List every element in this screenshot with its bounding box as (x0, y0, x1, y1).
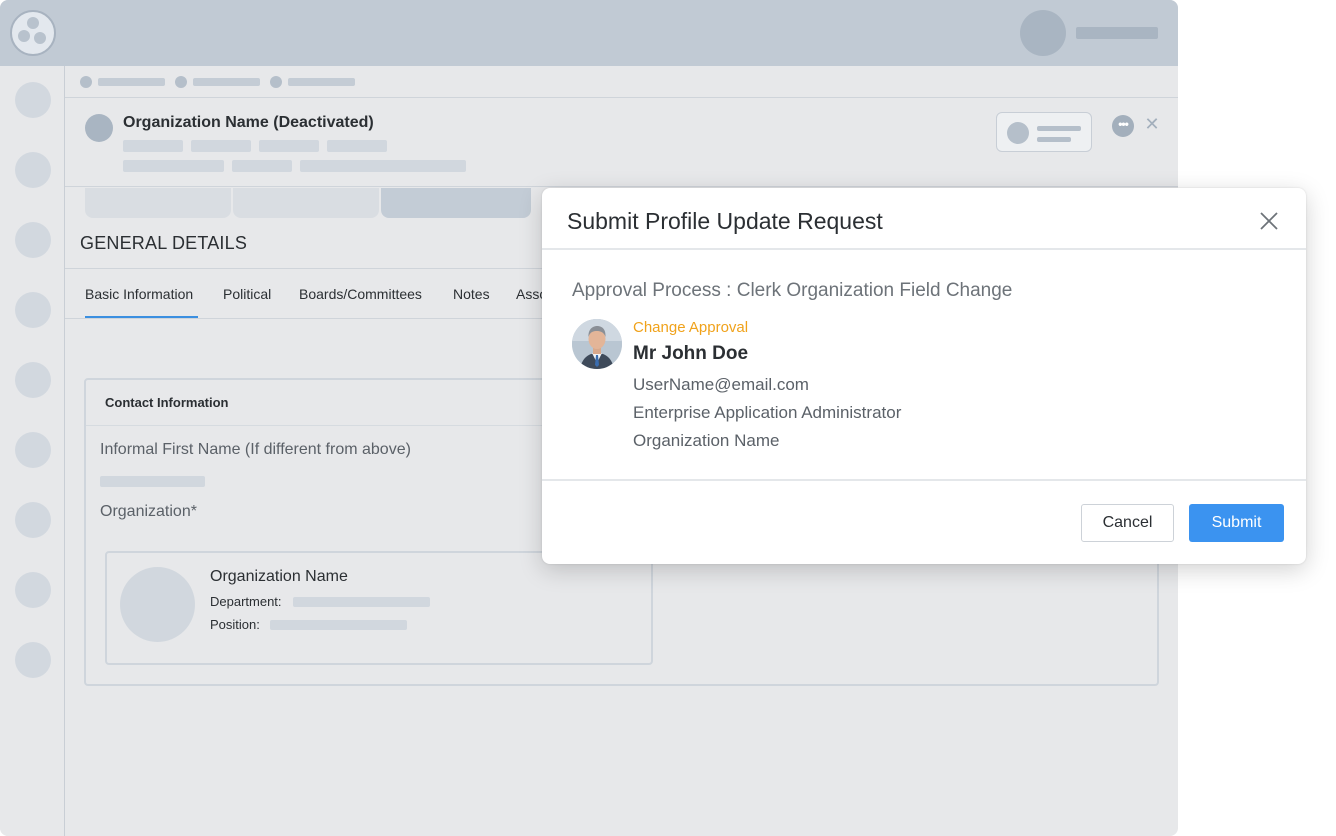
header-action-label-placeholder (1037, 137, 1071, 142)
person-photo-icon (572, 319, 622, 369)
breadcrumb-dot (80, 76, 92, 88)
breadcrumb-item[interactable] (288, 78, 355, 86)
approver-name: Mr John Doe (633, 343, 749, 364)
close-icon[interactable] (1259, 211, 1279, 231)
informal-first-name-value (100, 476, 205, 487)
record-tab[interactable] (233, 188, 379, 218)
divider (65, 97, 1178, 98)
meta-placeholder (123, 140, 183, 152)
logo-part (27, 17, 39, 29)
organization-label: Organization* (100, 503, 197, 520)
sidebar-item-icon[interactable] (15, 82, 51, 118)
more-options-icon[interactable]: ••• (1112, 115, 1134, 137)
dialog-title: Submit Profile Update Request (567, 208, 883, 234)
app-logo-icon[interactable] (10, 10, 56, 56)
submit-profile-update-dialog: Submit Profile Update Request Approval P… (542, 188, 1306, 564)
header-action-button[interactable] (996, 112, 1092, 152)
sidebar-item-icon[interactable] (15, 292, 51, 328)
meta-placeholder (327, 140, 387, 152)
organization-name: Organization Name (210, 568, 348, 585)
meta-placeholder (123, 160, 224, 172)
org-avatar (85, 114, 113, 142)
meta-placeholder (300, 160, 466, 172)
sidebar-item-icon[interactable] (15, 502, 51, 538)
change-approval-tag: Change Approval (633, 319, 749, 336)
informal-first-name-label: Informal First Name (If different from a… (100, 441, 411, 458)
organization-avatar (120, 567, 195, 642)
record-tab-active[interactable] (381, 188, 531, 218)
approver-avatar (572, 319, 622, 369)
meta-placeholder (259, 140, 319, 152)
dialog-divider (542, 248, 1306, 250)
top-bar (0, 0, 1178, 66)
department-label: Department: (210, 594, 282, 609)
record-tab[interactable] (85, 188, 231, 218)
submit-button[interactable]: Submit (1189, 504, 1284, 542)
divider (65, 186, 1178, 187)
sidebar-item-icon[interactable] (15, 642, 51, 678)
tab-basic-information[interactable]: Basic Information (85, 286, 193, 302)
approval-process-label: Approval Process : Clerk Organization Fi… (572, 280, 1013, 301)
close-icon[interactable]: ✕ (1144, 115, 1160, 133)
sidebar (0, 66, 65, 836)
department-value (293, 597, 430, 607)
approver-title: Enterprise Application Administrator (633, 403, 902, 422)
sidebar-item-icon[interactable] (15, 222, 51, 258)
logo-part (18, 30, 30, 42)
tab-notes[interactable]: Notes (453, 286, 490, 302)
position-value (270, 620, 407, 630)
cancel-button[interactable]: Cancel (1081, 504, 1174, 542)
header-action-label-placeholder (1037, 126, 1081, 131)
sidebar-item-icon[interactable] (15, 152, 51, 188)
logo-part (34, 32, 46, 44)
sidebar-item-icon[interactable] (15, 432, 51, 468)
approver-email: UserName@email.com (633, 375, 809, 394)
tab-boards-committees[interactable]: Boards/Committees (299, 286, 422, 302)
breadcrumb-dot (270, 76, 282, 88)
breadcrumb-item[interactable] (193, 78, 260, 86)
approver-organization: Organization Name (633, 431, 780, 450)
meta-placeholder (232, 160, 292, 172)
user-avatar[interactable] (1020, 10, 1066, 56)
contact-information-header: Contact Information (105, 395, 229, 410)
breadcrumb-dot (175, 76, 187, 88)
meta-placeholder (191, 140, 251, 152)
breadcrumb-item[interactable] (98, 78, 165, 86)
user-name-placeholder (1076, 27, 1158, 39)
sidebar-item-icon[interactable] (15, 362, 51, 398)
position-label: Position: (210, 617, 260, 632)
dialog-divider (542, 479, 1306, 481)
section-title: GENERAL DETAILS (80, 233, 248, 253)
header-action-icon (1007, 122, 1029, 144)
sidebar-item-icon[interactable] (15, 572, 51, 608)
tab-political[interactable]: Political (223, 286, 271, 302)
org-title: Organization Name (Deactivated) (123, 114, 374, 131)
